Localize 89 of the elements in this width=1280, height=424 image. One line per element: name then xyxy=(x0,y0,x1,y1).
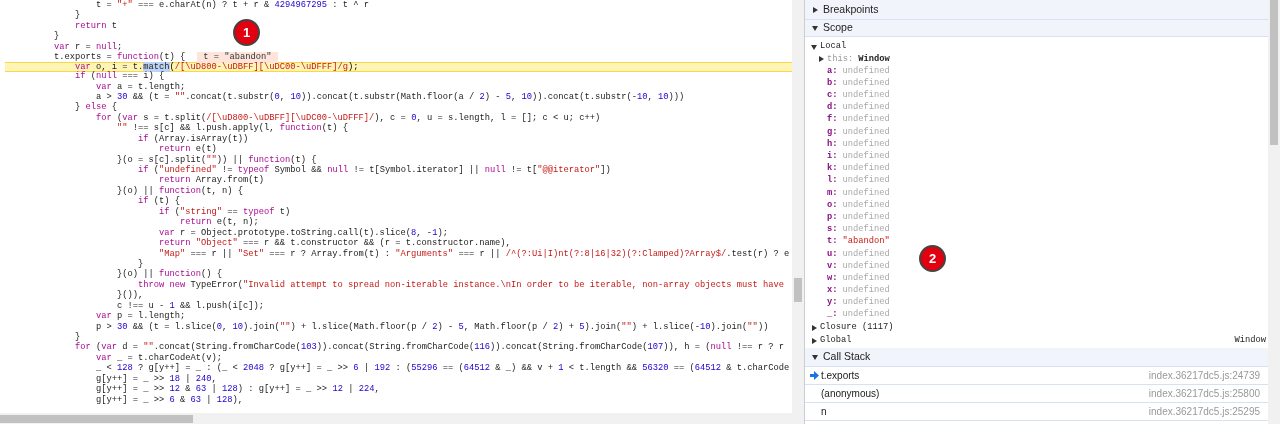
sidebar-scrollbar[interactable] xyxy=(1268,0,1280,424)
code-line: var a = t.length; xyxy=(95,81,186,92)
code-line: for (var d = "".concat(String.fromCharCode(103)).concat(String.fromCharCode(116)).concat(String.fromCharCode(107)), h = (null !== r ? r xyxy=(74,342,785,353)
code-line: g[y++] = _ >> 18 | 240, xyxy=(95,373,217,384)
code-line: a > 30 && (t = "".concat(t.substr(0, 10)).concat(t.substr(Math.floor(a / 2) - 5, 10)).concat(t.substr(-10, 10))) xyxy=(95,91,685,102)
scope-variable[interactable]: s: undefined xyxy=(827,223,890,236)
code-line: } xyxy=(53,31,60,42)
code-line: _ < 128 ? g[y++] = _ : (_ < 2048 ? g[y++] = _ >> 6 | 192 : (55296 == (64512 & _) && v + 1 < t.length && 56320 == (64512 & t.charCode xyxy=(95,363,790,374)
code-line: return "Object" === r && t.constructor && (r = t.constructor.name), xyxy=(158,238,511,249)
expand-arrow-icon[interactable] xyxy=(812,6,818,13)
scope-variable[interactable]: m: undefined xyxy=(827,187,890,200)
scope-variable[interactable]: _: undefined xyxy=(827,308,890,322)
code-line: if (t) { xyxy=(137,196,181,207)
scope-variable[interactable]: f: undefined xyxy=(827,113,890,127)
section-header[interactable]: Call Stack xyxy=(805,348,1268,368)
annotation-marker: 1 xyxy=(233,19,260,46)
code-line: if (Array.isArray(t)) xyxy=(137,133,249,144)
code-line: } else { xyxy=(74,102,118,113)
scope-variable[interactable]: v: undefined xyxy=(827,260,890,273)
code-line: if ("string" == typeof t) xyxy=(158,206,291,217)
annotation-marker: 2 xyxy=(919,245,946,272)
code-line: }(o) || function() { xyxy=(116,269,223,280)
code-line: var r = null; xyxy=(53,41,123,52)
expand-arrow-icon[interactable] xyxy=(811,337,817,344)
code-line: t.exports = function(t) { xyxy=(53,52,186,63)
code-line: return t xyxy=(74,20,118,32)
code-line: var p = l.length; xyxy=(95,311,186,322)
scope-variable[interactable]: a: undefined xyxy=(827,65,890,78)
code-line: "" !== s[c] && l.push.apply(l, function(t) { xyxy=(116,123,349,134)
scope-value: Window xyxy=(1234,334,1266,348)
code-line: return e(t) xyxy=(158,144,217,155)
code-line: }(o = s[c].split("")) || function(t) { xyxy=(116,154,317,165)
code-line: throw new TypeError("Invalid attempt to spread non-iterable instance.\nIn order to be iterable, non-array objects must have xyxy=(137,279,784,290)
code-line: t = "+" === e.charAt(n) ? t + r & 4294967295 : t ^ r xyxy=(95,0,370,11)
scope-variable[interactable]: y: undefined xyxy=(827,296,890,309)
scope-variable[interactable]: c: undefined xyxy=(827,89,890,102)
scope-variable[interactable]: l: undefined xyxy=(827,174,890,188)
call-stack-frame[interactable]: (anonymous) index.36217dc5.js:25800 xyxy=(805,385,1268,404)
scope-group[interactable]: Global Window xyxy=(805,334,1268,348)
code-line: }(o) || function(t, n) { xyxy=(116,185,244,196)
code-line: return e(t, n); xyxy=(179,217,259,228)
scope-variable[interactable]: this: Window xyxy=(827,53,890,66)
scope-group[interactable]: Local xyxy=(805,40,1268,53)
scope-variable[interactable]: o: undefined xyxy=(827,199,890,212)
code-line: g[y++] = _ >> 6 & 63 | 128), xyxy=(95,394,244,406)
call-stack-frame[interactable]: n index.36217dc5.js:25295 xyxy=(805,403,1268,422)
code-line: c !== u - 1 && l.push(i[c]); xyxy=(116,300,265,311)
code-line: var _ = t.charCodeAt(v); xyxy=(95,352,223,363)
vertical-scrollbar[interactable] xyxy=(792,0,804,413)
inline-value: t = "abandon" xyxy=(197,52,278,63)
code-line: for (var s = t.split(/[\uD800-\uDBFF][\uDC00-\uDFFF]/), c = 0, u = s.length, l = []; c < u; c++) xyxy=(95,112,601,123)
scope-variable[interactable]: p: undefined xyxy=(827,211,890,224)
expand-arrow-icon[interactable] xyxy=(818,56,824,63)
scope-variable[interactable]: d: undefined xyxy=(827,101,890,114)
collapse-arrow-icon[interactable] xyxy=(812,25,818,31)
code-line: } xyxy=(74,10,81,21)
code-line: if ("undefined" != typeof Symbol && null != t[Symbol.iterator] || null != t["@@iterator"]) xyxy=(137,165,611,175)
code-line: return Array.from(t) xyxy=(158,175,265,186)
horizontal-scrollbar[interactable] xyxy=(0,413,804,424)
file-location: index.36217dc5.js:25295 xyxy=(1148,405,1260,420)
code-line: p > 30 && (t = l.slice(0, 10).join("") + l.slice(Math.floor(p / 2) - 5, Math.floor(p / 2) + 5).join("") + l.slice(-10).join("")) xyxy=(95,321,769,332)
call-stack-frame[interactable]: t.exports index.36217dc5.js:24739 xyxy=(805,367,1268,386)
scope-variable[interactable]: w: undefined xyxy=(827,272,890,285)
scope-variable[interactable]: u: undefined xyxy=(827,248,890,261)
scope-variable[interactable]: x: undefined xyxy=(827,284,890,297)
code-line: (/[\uD800-\uDBFF][\uDC00-\uDFFF]/g); xyxy=(169,61,359,73)
code-line: var r = Object.prototype.toString.call(t).slice(8, -1); xyxy=(158,227,448,238)
section-header[interactable]: Breakpoints xyxy=(805,0,1268,20)
section-header[interactable]: Scope xyxy=(805,20,1268,37)
scope-variable[interactable]: g: undefined xyxy=(827,126,890,139)
code-line: var o, i = t. xyxy=(74,61,144,72)
scope-variable[interactable]: b: undefined xyxy=(827,77,890,90)
code-line: } xyxy=(74,332,81,342)
code-line: }()), xyxy=(116,290,144,301)
collapse-arrow-icon[interactable] xyxy=(812,354,818,361)
code-line: if (null === i) { xyxy=(74,71,165,82)
code-line: "Map" === r || "Set" === r ? Array.from(t) : "Arguments" === r || /^(?:Ui|I)nt(?:8|16|32)(?:Clamped)?Array$/.test(r) ? e xyxy=(158,248,790,259)
scope-variable[interactable]: h: undefined xyxy=(827,138,890,151)
file-location: index.36217dc5.js:25800 xyxy=(1148,387,1260,402)
file-location: index.36217dc5.js:24739 xyxy=(1148,369,1260,384)
scope-variable[interactable]: t: "abandon" xyxy=(827,235,890,248)
expand-arrow-icon[interactable] xyxy=(811,324,817,331)
collapse-arrow-icon[interactable] xyxy=(811,43,817,50)
code-line: g[y++] = _ >> 12 & 63 | 128) : g[y++] = _ >> 12 | 224, xyxy=(95,384,380,395)
scope-group[interactable]: Closure (1117) xyxy=(805,321,1268,335)
arrow-icon xyxy=(810,371,819,381)
code-line: } xyxy=(137,258,144,270)
scope-variable[interactable]: i: undefined xyxy=(827,150,890,163)
scope-variable[interactable]: k: undefined xyxy=(827,162,890,175)
